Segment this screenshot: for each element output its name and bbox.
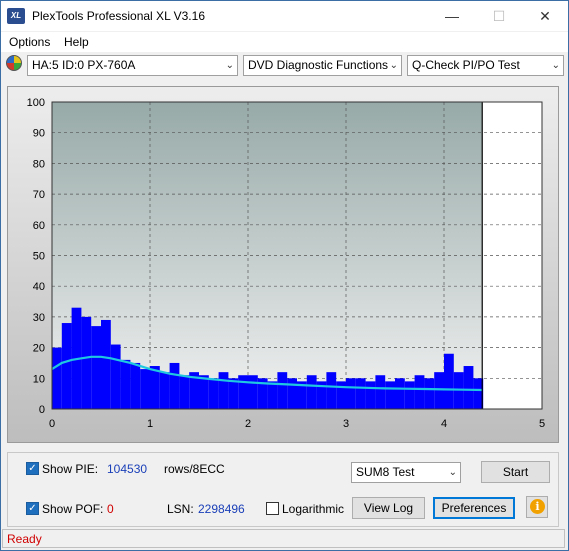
close-button[interactable]: ✕ — [522, 1, 568, 31]
y-tick-label: 30 — [33, 312, 45, 324]
menu-help[interactable]: Help — [64, 35, 89, 49]
pie-bar — [208, 378, 219, 409]
test-select[interactable]: Q-Check PI/PO Test ⌄ — [407, 55, 564, 76]
chevron-down-icon: ⌄ — [389, 60, 398, 71]
pie-bar — [375, 375, 386, 409]
pie-bar — [336, 381, 346, 409]
window-title: PlexTools Professional XL V3.16 — [32, 9, 205, 23]
status-bar: Ready — [2, 529, 565, 548]
y-tick-label: 60 — [33, 220, 45, 232]
drive-select-value: HA:5 ID:0 PX-760A — [32, 58, 136, 72]
start-button[interactable]: Start — [481, 461, 550, 483]
title-bar[interactable]: XL PlexTools Professional XL V3.16 — ☐ ✕ — [1, 1, 568, 31]
x-tick-label: 1 — [147, 418, 153, 430]
pie-bar — [404, 381, 415, 409]
test-select-value: Q-Check PI/PO Test — [412, 58, 520, 72]
pof-value: 0 — [107, 502, 114, 516]
maximize-button[interactable]: ☐ — [476, 1, 522, 31]
pie-bar — [355, 378, 366, 409]
disc-icon — [6, 55, 22, 71]
sum-test-select[interactable]: SUM8 Test ⌄ — [351, 462, 461, 483]
pie-bar — [414, 375, 425, 409]
pie-bar — [346, 378, 356, 409]
chevron-down-icon: ⌄ — [551, 60, 560, 71]
logarithmic-label: Logarithmic — [282, 502, 345, 516]
pie-bar — [365, 381, 376, 409]
pie-bar — [463, 366, 474, 409]
pie-bar — [444, 353, 454, 409]
preferences-button[interactable]: Preferences — [433, 497, 515, 519]
pie-bar — [140, 369, 150, 409]
pie-bar — [218, 372, 229, 409]
chevron-down-icon: ⌄ — [225, 60, 234, 71]
pie-bar — [120, 359, 131, 409]
pie-bar — [169, 362, 180, 409]
toolbar: HA:5 ID:0 PX-760A ⌄ DVD Diagnostic Funct… — [1, 53, 568, 80]
pie-bar — [287, 378, 297, 409]
show-pie-label: Show PIE: — [42, 462, 99, 476]
logarithmic-checkbox[interactable] — [266, 502, 279, 515]
pie-bar — [179, 375, 190, 409]
info-button[interactable]: i — [526, 496, 548, 518]
info-icon: i — [530, 499, 545, 514]
pie-bar — [199, 375, 209, 409]
lsn-label: LSN: — [167, 502, 194, 516]
pie-bar — [150, 366, 160, 409]
y-tick-label: 70 — [33, 189, 45, 201]
y-tick-label: 50 — [33, 251, 45, 263]
pie-unit: rows/8ECC — [164, 462, 225, 476]
show-pof-checkbox[interactable]: ✓ — [26, 502, 39, 515]
pie-bar — [238, 375, 248, 409]
pie-bar — [130, 362, 141, 409]
x-tick-label: 3 — [343, 418, 349, 430]
y-tick-label: 40 — [33, 281, 45, 293]
pie-chart: 0 10 20 30 40 50 60 70 80 90 100 0 1 2 3 4 5 — [27, 97, 545, 430]
drive-select[interactable]: HA:5 ID:0 PX-760A ⌄ — [27, 55, 238, 76]
pie-bar — [306, 375, 317, 409]
menu-options[interactable]: Options — [9, 35, 50, 49]
pie-bar — [110, 344, 121, 409]
pie-bar — [101, 319, 111, 409]
pie-bar — [81, 316, 92, 409]
pie-bar — [424, 378, 435, 409]
sum-test-select-value: SUM8 Test — [356, 465, 415, 479]
chevron-down-icon: ⌄ — [448, 467, 457, 478]
function-select[interactable]: DVD Diagnostic Functions ⌄ — [243, 55, 402, 76]
pie-bar — [52, 347, 62, 409]
pie-bar — [277, 372, 288, 409]
pie-bar — [434, 372, 444, 409]
lsn-value: 2298496 — [198, 502, 245, 516]
x-tick-label: 2 — [245, 418, 251, 430]
y-tick-label: 0 — [39, 404, 45, 416]
y-tick-label: 90 — [33, 128, 45, 140]
pie-bar — [385, 381, 395, 409]
view-log-button[interactable]: View Log — [352, 497, 425, 519]
pie-bar — [159, 372, 170, 409]
minimize-button[interactable]: — — [429, 1, 475, 31]
y-tick-label: 80 — [33, 158, 45, 170]
pie-bar — [248, 375, 258, 409]
show-pie-checkbox[interactable]: ✓ — [26, 462, 39, 475]
pie-bar — [228, 378, 239, 409]
status-text: Ready — [7, 532, 42, 546]
x-tick-label: 4 — [441, 418, 447, 430]
app-logo-icon: XL — [7, 8, 25, 24]
pie-bar — [61, 323, 72, 409]
pie-bar — [91, 326, 101, 409]
y-tick-label: 10 — [33, 373, 45, 385]
y-tick-label: 100 — [27, 97, 45, 109]
function-select-value: DVD Diagnostic Functions — [248, 58, 389, 72]
menu-bar: Options Help — [1, 32, 568, 52]
pie-bar — [395, 378, 405, 409]
pie-bar — [267, 381, 278, 409]
pie-bar — [326, 372, 337, 409]
x-tick-label: 0 — [49, 418, 55, 430]
show-pof-label: Show POF: — [42, 502, 104, 516]
y-tick-label: 20 — [33, 343, 45, 355]
pie-value: 104530 — [107, 462, 148, 476]
x-tick-label: 5 — [539, 418, 545, 430]
